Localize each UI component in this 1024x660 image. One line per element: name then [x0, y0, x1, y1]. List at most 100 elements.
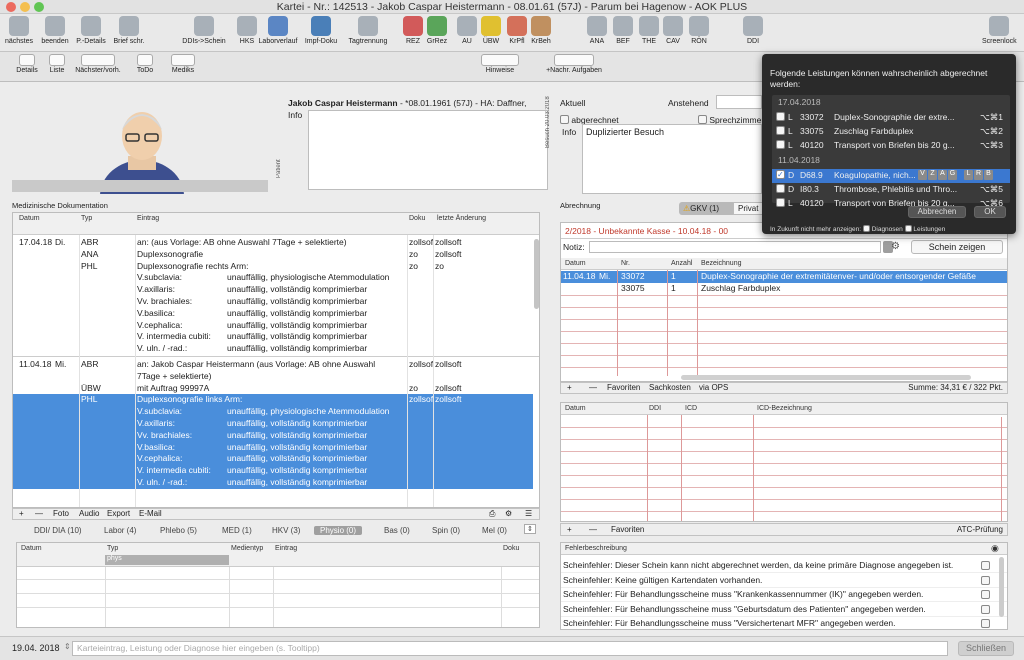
- fehler-checkbox[interactable]: [981, 575, 990, 585]
- popup-item-checkbox[interactable]: [776, 184, 785, 193]
- dcol-icd-bezeichnung[interactable]: ICD-Bezeichnung: [757, 405, 812, 412]
- tab-med-1-[interactable]: MED (1): [222, 526, 252, 535]
- fehler-checkbox[interactable]: [981, 561, 990, 570]
- acol-bezeichnung[interactable]: Bezeichnung: [701, 260, 741, 267]
- leistungen-checkbox[interactable]: [904, 225, 912, 232]
- anstehend-field[interactable]: [716, 95, 762, 109]
- leistung-row[interactable]: 11.04.18 Mi. 33072 1 Duplex-Sonographie der …: [561, 271, 1007, 283]
- dcol-icd[interactable]: ICD: [685, 405, 697, 412]
- meddoc-row[interactable]: V.cephalica: unauffällig, vollständig kom…: [13, 453, 533, 466]
- tab-gkv[interactable]: ⚠GKV (1): [679, 202, 733, 215]
- popup-badge[interactable]: A: [938, 170, 947, 180]
- toolbar-r-n-button[interactable]: RÖN: [682, 16, 716, 45]
- notiz-field[interactable]: [589, 241, 881, 253]
- popup-badge[interactable]: L: [964, 170, 973, 180]
- meddoc-row[interactable]: 7Tage + selektierte): [13, 371, 533, 383]
- popup-item[interactable]: L 33072 Duplex-Sonographie der extre... ⌥⌘1: [772, 111, 1010, 125]
- nachr-aufgaben-button[interactable]: +Nachr. Aufgaben: [538, 54, 610, 74]
- col-datum[interactable]: Datum: [19, 215, 40, 222]
- fehler-row[interactable]: Scheinfehler: Für Behandlungsscheine mus…: [561, 603, 1007, 617]
- toolbar-tagtrennung-button[interactable]: Tagtrennung: [346, 16, 390, 45]
- toolbar-screenlock-button[interactable]: Screenlock: [982, 16, 1017, 45]
- fehler-checkbox[interactable]: [981, 604, 990, 614]
- export-button[interactable]: Export: [107, 509, 130, 518]
- mediks-button[interactable]: Mediks: [166, 54, 200, 74]
- zoom-window-icon[interactable]: [34, 2, 44, 12]
- meddoc-row[interactable]: V.basilica: unauffällig, vollständig komp…: [13, 441, 533, 454]
- meddoc-row[interactable]: V. uln. / -rad.: unauffällig, vollständig…: [13, 343, 533, 355]
- schliessen-button[interactable]: Schließen: [958, 641, 1014, 656]
- tab-physio-0-[interactable]: Physio (0): [314, 526, 363, 535]
- meddoc-row[interactable]: V.axillaris: unauffällig, vollständig kom…: [13, 418, 533, 430]
- tab-spin-0-[interactable]: Spin (0): [432, 526, 460, 535]
- meddoc-row[interactable]: Vv. brachiales: unauffällig, vollständig …: [13, 429, 533, 442]
- liste-button[interactable]: Liste: [44, 54, 70, 74]
- meddoc-scrollbar[interactable]: [534, 239, 539, 309]
- popup-item[interactable]: L 33075 Zuschlag Farbduplex ⌥⌘2: [772, 125, 1010, 139]
- popup-item-checkbox[interactable]: [776, 112, 785, 121]
- hinweise-button[interactable]: Hinweise: [470, 54, 530, 74]
- settings-gear-icon[interactable]: ⚙: [891, 241, 900, 252]
- leistung-row[interactable]: 33075 1 Zuschlag Farbduplex: [561, 283, 1007, 295]
- meddoc-row[interactable]: V. uln. / -rad.: unauffällig, vollständig…: [13, 477, 533, 489]
- sprechzimmer-checkbox[interactable]: [698, 115, 707, 124]
- tab-mel-0-[interactable]: Mel (0): [482, 526, 507, 535]
- meddoc-row[interactable]: 11.04.18 Mi. ABR an: Jakob Caspar Heisterma…: [13, 359, 533, 371]
- diag-favoriten-button[interactable]: Favoriten: [611, 525, 644, 534]
- meddoc-row[interactable]: ANA Duplexsonografie zo zollsoft: [13, 249, 533, 261]
- bcol-doku[interactable]: Doku: [503, 545, 519, 552]
- dcol-datum[interactable]: Datum: [565, 405, 586, 412]
- fehler-checkbox[interactable]: [981, 619, 990, 628]
- acol-anzahl[interactable]: Anzahl: [671, 260, 692, 267]
- meddoc-row[interactable]: 17.04.18 Di. ABR an: (aus Vorlage: AB ohne …: [13, 237, 533, 249]
- meddoc-row[interactable]: ÜBW mit Auftrag 99997A zo zollsoft: [13, 383, 533, 395]
- entry-input[interactable]: Karteieintrag, Leistung oder Diagnose hi…: [72, 641, 948, 656]
- popup-item-checkbox[interactable]: ✓: [776, 170, 785, 179]
- add-diagnose-button[interactable]: +: [567, 525, 572, 534]
- avatar[interactable]: [12, 86, 268, 232]
- popup-badge[interactable]: R: [974, 170, 983, 180]
- entry-date[interactable]: 19.04. 2018: [12, 643, 60, 653]
- toolbar-krbeh-button[interactable]: KrBeh: [524, 16, 558, 45]
- tab-ddi-dia-10-[interactable]: DDI/ DIA (10): [34, 526, 82, 535]
- meddoc-row[interactable]: V. intermedia cubiti: unauffällig, vollst…: [13, 331, 533, 343]
- via-ops-button[interactable]: via OPS: [699, 383, 728, 392]
- remove-entry-button[interactable]: —: [35, 509, 43, 518]
- tabs-overflow-icon[interactable]: ⇕: [524, 524, 536, 534]
- abrechnung-scrollbar[interactable]: [681, 375, 971, 380]
- favoriten-button[interactable]: Favoriten: [607, 383, 640, 392]
- popup-item-checkbox[interactable]: [776, 198, 785, 207]
- popup-badge[interactable]: B: [984, 170, 993, 180]
- print-icon[interactable]: ⎙: [489, 509, 495, 519]
- toolbar-impf-doku-button[interactable]: Impf-Doku: [304, 16, 338, 45]
- col-eintrag[interactable]: Eintrag: [137, 215, 159, 222]
- toolbar-brief-schr--button[interactable]: Brief schr.: [112, 16, 146, 45]
- meddoc-row[interactable]: V.basilica: unauffällig, vollständig komp…: [13, 308, 533, 320]
- typ-filter[interactable]: phys: [105, 555, 229, 565]
- fehler-row[interactable]: Scheinfehler: Dieser Schein kann nicht a…: [561, 559, 1007, 573]
- abbrechen-button[interactable]: Abbrechen: [908, 206, 966, 218]
- col-doku[interactable]: Doku: [409, 215, 425, 222]
- gear-icon[interactable]: ⚙: [505, 509, 512, 518]
- add-entry-button[interactable]: +: [19, 509, 24, 518]
- fehler-row[interactable]: Scheinfehler: Für Behandlungsscheine mus…: [561, 588, 1007, 602]
- acol-nr[interactable]: Nr.: [621, 260, 630, 267]
- remove-diagnose-button[interactable]: —: [589, 525, 597, 534]
- sachkosten-button[interactable]: Sachkosten: [649, 383, 691, 392]
- meddoc-row[interactable]: V.subclavia: unauffällig, physiologische …: [13, 406, 533, 418]
- schein-zeigen-button[interactable]: Schein zeigen: [911, 240, 1003, 254]
- remove-leistung-button[interactable]: —: [589, 383, 597, 392]
- menu-icon[interactable]: ☰: [525, 509, 532, 518]
- toolbar-grrez-button[interactable]: GrRez: [420, 16, 454, 45]
- popup-badge[interactable]: G: [948, 170, 957, 180]
- date-stepper-icon[interactable]: ⇕: [64, 642, 71, 651]
- toolbar-beenden-button[interactable]: beenden: [38, 16, 72, 45]
- acol-datum[interactable]: Datum: [565, 260, 586, 267]
- refresh-icon[interactable]: ◉: [991, 543, 999, 554]
- ok-button[interactable]: OK: [974, 206, 1006, 218]
- fehler-checkbox[interactable]: [981, 590, 990, 599]
- toolbar-laborverlauf-button[interactable]: Laborverlauf: [256, 16, 300, 45]
- foto-button[interactable]: Foto: [53, 509, 69, 518]
- dcol-ddi[interactable]: DDI: [649, 405, 661, 412]
- minimize-window-icon[interactable]: [20, 2, 30, 12]
